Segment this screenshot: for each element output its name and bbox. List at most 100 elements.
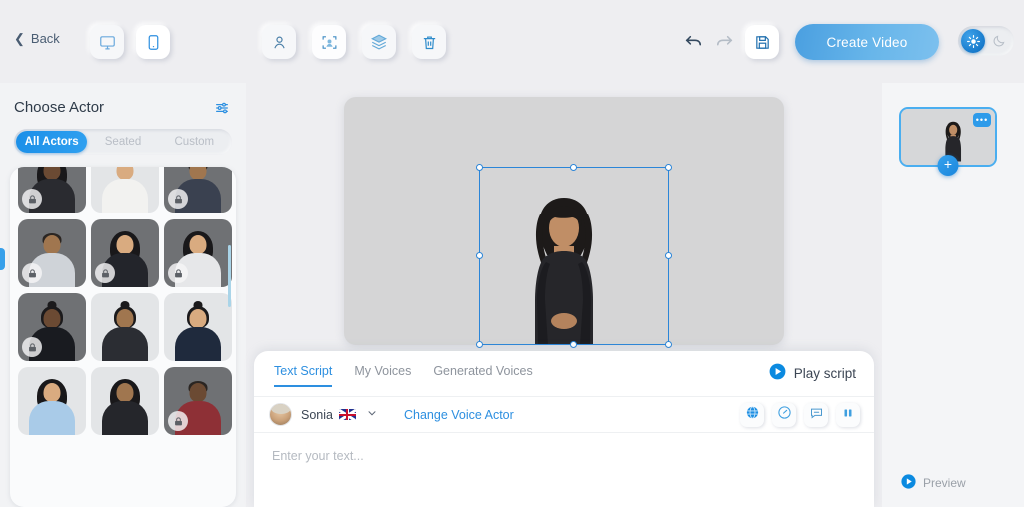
save-icon: [754, 34, 771, 51]
play-circle-icon: [900, 473, 917, 493]
actor-thumbnail[interactable]: [164, 367, 232, 435]
actor-grid: [18, 167, 232, 435]
tab-my-voices[interactable]: My Voices: [354, 364, 411, 387]
actor-figure: [18, 367, 86, 435]
sidebar-tab-all-actors[interactable]: All Actors: [16, 131, 88, 153]
play-script-button[interactable]: Play script: [768, 362, 856, 384]
actor-thumbnail[interactable]: [164, 219, 232, 287]
resize-handle-middle-right[interactable]: [665, 252, 672, 259]
actor-thumbnail[interactable]: [91, 367, 159, 435]
play-circle-icon: [768, 362, 787, 384]
scene-thumbnail[interactable]: ••• +: [899, 107, 997, 176]
lock-icon: [95, 263, 115, 283]
background-tool-button[interactable]: [312, 25, 346, 59]
actor-thumbnail[interactable]: [18, 293, 86, 361]
sun-icon[interactable]: [961, 29, 985, 53]
page-title: Choose Actor: [14, 99, 105, 116]
avatar-frame-icon: [321, 34, 338, 51]
chevron-left-icon: ❮: [14, 31, 25, 46]
script-input[interactable]: [254, 434, 874, 507]
voice-action-buttons: [740, 403, 860, 427]
actor-thumbnail[interactable]: [91, 293, 159, 361]
actor-thumbnail[interactable]: [164, 293, 232, 361]
actor-thumbnail[interactable]: [164, 167, 232, 213]
sidebar-collapse-handle[interactable]: [0, 248, 5, 270]
actor-thumbnail[interactable]: [18, 367, 86, 435]
back-label: Back: [30, 31, 60, 46]
person-icon: [271, 34, 288, 51]
gauge-icon: [777, 405, 792, 425]
add-scene-button[interactable]: +: [937, 155, 959, 176]
voice-actor-row: Sonia Change Voice Actor: [254, 396, 874, 433]
voice-actor-name: Sonia: [301, 407, 333, 422]
resize-handle-bottom-left[interactable]: [476, 341, 483, 348]
translate-button[interactable]: [740, 403, 764, 427]
lock-icon: [22, 263, 42, 283]
actor-thumbnail[interactable]: [91, 167, 159, 213]
actor-figure: [91, 367, 159, 435]
resize-handle-middle-left[interactable]: [476, 252, 483, 259]
layers-icon: [370, 33, 388, 51]
create-video-button[interactable]: Create Video: [795, 24, 939, 60]
preview-label: Preview: [923, 476, 966, 490]
actor-figure: [91, 167, 159, 213]
script-panel: Text Script My Voices Generated Voices P…: [254, 351, 874, 507]
resize-handle-top-center[interactable]: [570, 164, 577, 171]
resize-handle-bottom-center[interactable]: [570, 341, 577, 348]
sidebar-tab-custom[interactable]: Custom: [159, 131, 230, 153]
actor-figure: [91, 293, 159, 361]
actor-thumbnail[interactable]: [18, 219, 86, 287]
speech-bubble-icon: [809, 405, 824, 425]
lock-icon: [22, 337, 42, 357]
pronunciation-button[interactable]: [804, 403, 828, 427]
actor-thumbnail[interactable]: [18, 167, 86, 213]
pause-button[interactable]: [836, 403, 860, 427]
video-canvas[interactable]: [344, 97, 784, 348]
moon-icon[interactable]: [987, 34, 1011, 48]
avatar: [269, 403, 292, 426]
selection-box[interactable]: [476, 164, 672, 348]
actor-figure: [164, 293, 232, 361]
resize-handle-top-right[interactable]: [665, 164, 672, 171]
actor-scrollbar[interactable]: [228, 245, 231, 307]
scene-menu-button[interactable]: •••: [973, 113, 991, 127]
theme-toggle[interactable]: [958, 26, 1014, 56]
avatar-tool-button[interactable]: [262, 25, 296, 59]
actor-grid-panel: [10, 167, 236, 507]
delete-tool-button[interactable]: [412, 25, 446, 59]
actor-thumbnail[interactable]: [91, 219, 159, 287]
sliders-icon[interactable]: [214, 100, 230, 121]
resize-handle-top-left[interactable]: [476, 164, 483, 171]
scenes-panel: ••• + Preview: [882, 83, 1024, 507]
redo-icon[interactable]: [715, 32, 734, 56]
actor-sidebar: Choose Actor All Actors Seated Custom: [0, 83, 246, 507]
device-desktop-button[interactable]: [90, 25, 124, 59]
trash-icon: [421, 34, 438, 51]
globe-icon: [745, 405, 760, 425]
layers-tool-button[interactable]: [362, 25, 396, 59]
actor-filter-tabs: All Actors Seated Custom: [14, 129, 232, 155]
device-mobile-button[interactable]: [136, 25, 170, 59]
chevron-down-icon[interactable]: [366, 406, 378, 424]
lock-icon: [168, 411, 188, 431]
tab-text-script[interactable]: Text Script: [274, 364, 333, 387]
lock-icon: [168, 263, 188, 283]
speed-button[interactable]: [772, 403, 796, 427]
history-controls: [684, 32, 734, 56]
create-video-label: Create Video: [826, 34, 908, 50]
preview-button[interactable]: Preview: [900, 473, 966, 493]
resize-handle-bottom-right[interactable]: [665, 341, 672, 348]
uk-flag-icon: [338, 409, 356, 420]
lock-icon: [168, 189, 188, 209]
change-voice-actor-link[interactable]: Change Voice Actor: [404, 408, 514, 422]
sidebar-tab-seated[interactable]: Seated: [87, 131, 158, 153]
lock-icon: [22, 189, 42, 209]
pause-icon: [841, 406, 855, 425]
save-button[interactable]: [745, 25, 779, 59]
back-button[interactable]: ❮ Back: [14, 31, 60, 46]
top-toolbar: ❮ Back Create Video: [0, 0, 1024, 83]
script-tabs: Text Script My Voices Generated Voices: [274, 364, 533, 387]
tab-generated-voices[interactable]: Generated Voices: [433, 364, 532, 387]
undo-icon[interactable]: [684, 32, 703, 56]
desktop-icon: [99, 34, 116, 51]
